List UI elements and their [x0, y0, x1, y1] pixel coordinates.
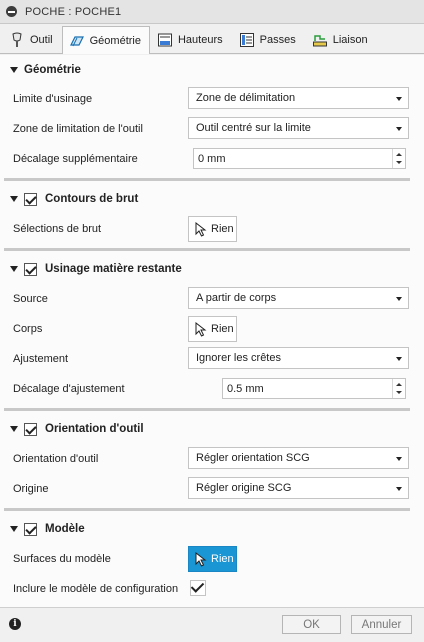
- tool-icon: [9, 32, 25, 48]
- inclure-label: Inclure le modèle de configuration: [13, 583, 179, 595]
- section-contours-header[interactable]: Contours de brut: [0, 186, 424, 212]
- decalage-label: Décalage supplémentaire: [13, 153, 138, 165]
- origine-label: Origine: [13, 483, 49, 495]
- chevron-down-icon: [396, 357, 402, 361]
- section-title: Orientation d'outil: [45, 423, 144, 435]
- tab-label: Hauteurs: [177, 34, 223, 46]
- tab-liaison[interactable]: Liaison: [305, 26, 377, 53]
- zone-dropdown[interactable]: Outil centré sur la limite: [188, 117, 409, 139]
- limite-value: Zone de délimitation: [196, 92, 296, 104]
- tab-outil[interactable]: Outil: [2, 26, 62, 53]
- spinner[interactable]: [392, 379, 405, 398]
- orientation-checkbox[interactable]: [24, 422, 37, 436]
- orientation-value: Régler orientation SCG: [196, 452, 310, 464]
- collapse-triangle-icon[interactable]: [10, 67, 18, 73]
- limite-dropdown[interactable]: Zone de délimitation: [188, 87, 409, 109]
- section-divider: [4, 178, 410, 181]
- cursor-arrow-icon: [195, 551, 207, 567]
- arrow-up-icon[interactable]: [396, 383, 402, 387]
- tab-label: Passes: [259, 34, 296, 46]
- modele-checkbox[interactable]: [24, 522, 37, 536]
- orientation-label: Orientation d'outil: [13, 453, 99, 465]
- chevron-down-icon: [396, 457, 402, 461]
- section-geometrie-header[interactable]: Géométrie: [0, 57, 424, 83]
- decalage-ajustement-label: Décalage d'ajustement: [13, 383, 125, 395]
- decalage-value: 0 mm: [198, 152, 226, 165]
- corps-button-label: Rien: [211, 323, 234, 335]
- section-title: Géométrie: [24, 64, 81, 76]
- tab-label: Outil: [30, 34, 53, 46]
- linking-icon: [312, 32, 328, 48]
- collapse-triangle-icon[interactable]: [10, 196, 18, 202]
- arrow-up-icon[interactable]: [396, 153, 402, 157]
- origine-dropdown[interactable]: Régler origine SCG: [188, 477, 409, 499]
- section-title: Usinage matière restante: [45, 263, 182, 275]
- selections-label: Sélections de brut: [13, 223, 102, 235]
- contours-checkbox[interactable]: [24, 192, 37, 206]
- tab-label: Liaison: [332, 34, 368, 46]
- passes-icon: [239, 32, 255, 48]
- corps-button[interactable]: Rien: [188, 316, 237, 342]
- tab-geometrie[interactable]: Géométrie: [61, 26, 150, 54]
- selections-button-label: Rien: [211, 223, 234, 235]
- limite-label: Limite d'usinage: [13, 93, 93, 105]
- tab-passes[interactable]: Passes: [232, 26, 305, 53]
- title-bar: POCHE : POCHE1: [0, 0, 424, 24]
- restante-checkbox[interactable]: [24, 262, 37, 276]
- source-label: Source: [13, 293, 48, 305]
- ok-button[interactable]: OK: [282, 615, 341, 634]
- section-divider: [4, 508, 410, 511]
- arrow-down-icon[interactable]: [396, 160, 402, 164]
- collapse-triangle-icon[interactable]: [10, 426, 18, 432]
- section-divider: [4, 248, 410, 251]
- surfaces-button-label: Rien: [211, 553, 234, 565]
- cancel-button[interactable]: Annuler: [351, 615, 412, 634]
- orientation-dropdown[interactable]: Régler orientation SCG: [188, 447, 409, 469]
- corps-label: Corps: [13, 323, 43, 335]
- section-title: Modèle: [45, 523, 85, 535]
- ajustement-dropdown[interactable]: Ignorer les crêtes: [188, 347, 409, 369]
- dialog-title: POCHE : POCHE1: [25, 5, 122, 18]
- surfaces-button[interactable]: Rien: [188, 546, 237, 572]
- origine-value: Régler origine SCG: [196, 482, 292, 494]
- section-restante-header[interactable]: Usinage matière restante: [0, 256, 424, 282]
- section-divider: [4, 408, 410, 411]
- geometry-icon: [69, 33, 85, 49]
- arrow-down-icon[interactable]: [396, 390, 402, 394]
- zone-value: Outil centré sur la limite: [196, 122, 311, 134]
- chevron-down-icon: [396, 487, 402, 491]
- chevron-down-icon: [396, 297, 402, 301]
- tab-label: Géométrie: [89, 34, 141, 47]
- chevron-down-icon: [396, 97, 402, 101]
- tab-bar: Outil Géométrie Hauteurs Passes Liaison: [0, 26, 424, 54]
- collapse-triangle-icon[interactable]: [10, 266, 18, 272]
- selections-button[interactable]: Rien: [188, 216, 237, 242]
- section-orientation-header[interactable]: Orientation d'outil: [0, 416, 424, 442]
- inclure-checkbox[interactable]: [190, 580, 206, 596]
- decalage-input[interactable]: 0 mm: [193, 148, 406, 169]
- ajustement-label: Ajustement: [13, 353, 69, 365]
- chevron-down-icon: [396, 127, 402, 131]
- cursor-arrow-icon: [195, 221, 207, 237]
- collapse-triangle-icon[interactable]: [10, 526, 18, 532]
- heights-icon: [157, 32, 173, 48]
- ajustement-value: Ignorer les crêtes: [196, 352, 281, 364]
- parameters-panel: Géométrie Limite d'usinage Zone de délim…: [0, 55, 424, 607]
- source-value: A partir de corps: [196, 292, 277, 304]
- collapse-icon[interactable]: [6, 6, 17, 17]
- decalage-ajustement-value: 0.5 mm: [227, 382, 264, 395]
- section-modele-header[interactable]: Modèle: [0, 516, 424, 542]
- surfaces-label: Surfaces du modèle: [13, 553, 111, 565]
- section-title: Contours de brut: [45, 193, 139, 205]
- tab-hauteurs[interactable]: Hauteurs: [150, 26, 232, 53]
- source-dropdown[interactable]: A partir de corps: [188, 287, 409, 309]
- zone-label: Zone de limitation de l'outil: [13, 123, 143, 135]
- cursor-arrow-icon: [195, 321, 207, 337]
- dialog-footer: i OK Annuler: [0, 607, 424, 642]
- decalage-ajustement-input[interactable]: 0.5 mm: [222, 378, 406, 399]
- info-icon[interactable]: i: [9, 618, 21, 630]
- spinner[interactable]: [392, 149, 405, 168]
